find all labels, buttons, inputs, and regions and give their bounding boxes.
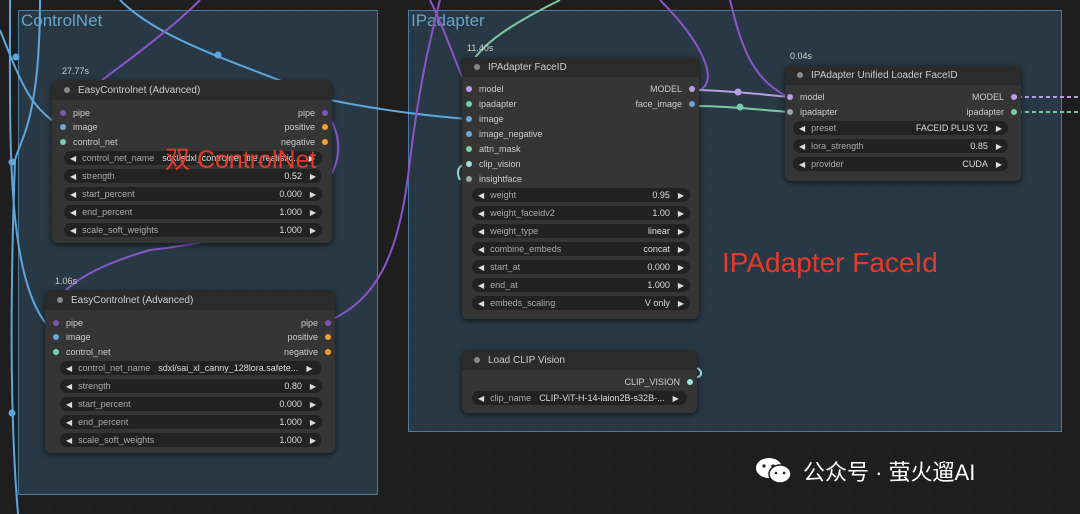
collapse-dot-icon[interactable] — [797, 72, 803, 78]
input-image[interactable]: image — [60, 120, 98, 134]
input-control-net[interactable]: control_net — [60, 135, 118, 149]
collapse-dot-icon[interactable] — [474, 357, 480, 363]
node-easycontrolnet-2[interactable]: EasyControlnet (Advanced) pipe image con… — [45, 290, 335, 453]
input-pipe[interactable]: pipe — [60, 106, 90, 120]
overlay-ipadapter-faceid: IPAdapter FaceId — [722, 247, 938, 278]
input-clip-vision[interactable]: clip_vision — [466, 157, 521, 171]
input-pipe[interactable]: pipe — [53, 316, 83, 330]
widget-combine-embeds[interactable]: ◀ combine_embeds concat ▶ — [472, 242, 690, 256]
widget-weight[interactable]: ◀ weight 0.95 ▶ — [472, 188, 690, 202]
output-pipe[interactable]: pipe — [301, 316, 331, 330]
output-ipadapter[interactable]: ipadapter — [966, 105, 1017, 119]
input-image[interactable]: image — [466, 112, 504, 126]
widget-end-percent[interactable]: ◀ end_percent 1.000 ▶ — [60, 415, 322, 429]
widget-clip-name[interactable]: ◀ clip_name CLIP-ViT-H-14-laion2B-s32B-...… — [472, 391, 687, 405]
wechat-icon — [756, 458, 792, 484]
node-title: Load CLIP Vision — [488, 354, 565, 366]
input-attn-mask[interactable]: attn_mask — [466, 142, 521, 156]
output-negative[interactable]: negative — [284, 345, 331, 359]
node-header[interactable]: EasyControlnet (Advanced) — [45, 290, 335, 310]
node-header[interactable]: IPAdapter Unified Loader FaceID — [785, 65, 1021, 85]
input-insightface[interactable]: insightface — [466, 172, 522, 186]
node-title: EasyControlnet (Advanced) — [71, 294, 194, 306]
collapse-dot-icon[interactable] — [474, 64, 480, 70]
widget-scale-soft-weights[interactable]: ◀ scale_soft_weights 1.000 ▶ — [60, 433, 322, 447]
node-title: IPAdapter Unified Loader FaceID — [811, 69, 958, 81]
widget-lora-strength[interactable]: ◀ lora_strength 0.85 ▶ — [793, 139, 1008, 153]
node-load-clip-vision[interactable]: Load CLIP Vision CLIP_VISION ◀ clip_name C… — [462, 350, 697, 413]
widget-start-percent[interactable]: ◀ start_percent 0.000 ▶ — [60, 397, 322, 411]
collapse-dot-icon[interactable] — [57, 297, 63, 303]
input-image-negative[interactable]: image_negative — [466, 127, 543, 141]
exec-time: 1.06s — [55, 276, 78, 286]
widget-weight-faceidv2[interactable]: ◀ weight_faceidv2 1.00 ▶ — [472, 206, 690, 220]
output-positive[interactable]: positive — [284, 120, 328, 134]
exec-time: 27.77s — [62, 66, 90, 76]
input-image[interactable]: image — [53, 330, 91, 344]
widget-scale-soft-weights[interactable]: ◀ scale_soft_weights 1.000 ▶ — [64, 223, 322, 237]
widget-end-percent[interactable]: ◀ end_percent 1.000 ▶ — [64, 205, 322, 219]
exec-time: 11.40s — [467, 43, 494, 53]
input-model[interactable]: model — [787, 90, 825, 104]
input-control-net[interactable]: control_net — [53, 345, 111, 359]
output-clip-vision[interactable]: CLIP_VISION — [624, 375, 693, 389]
output-positive[interactable]: positive — [287, 330, 331, 344]
widget-end-at[interactable]: ◀ end_at 1.000 ▶ — [472, 278, 690, 292]
node-ipadapter-faceid[interactable]: IPAdapter FaceID model ipadapter image i… — [462, 57, 699, 319]
input-ipadapter[interactable]: ipadapter — [466, 97, 517, 111]
node-title: IPAdapter FaceID — [488, 61, 567, 73]
watermark-text: 公众号 · 萤火遛AI — [803, 460, 976, 485]
widget-embeds-scaling[interactable]: ◀ embeds_scaling V only ▶ — [472, 296, 690, 310]
output-face-image[interactable]: face_image — [635, 97, 695, 111]
widget-control-net-name[interactable]: ◀ control_net_name sdxl/sai_xl_canny_128lo… — [60, 361, 322, 375]
widget-start-at[interactable]: ◀ start_at 0.000 ▶ — [472, 260, 690, 274]
exec-time: 0.04s — [790, 51, 813, 61]
widget-preset[interactable]: ◀ preset FACEID PLUS V2 ▶ — [793, 121, 1008, 135]
widget-strength[interactable]: ◀ strength 0.80 ▶ — [60, 379, 322, 393]
node-header[interactable]: IPAdapter FaceID — [462, 57, 699, 77]
widget-provider[interactable]: ◀ provider CUDA ▶ — [793, 157, 1008, 171]
input-ipadapter[interactable]: ipadapter — [787, 105, 838, 119]
widget-start-percent[interactable]: ◀ start_percent 0.000 ▶ — [64, 187, 322, 201]
collapse-dot-icon[interactable] — [64, 87, 70, 93]
node-title: EasyControlnet (Advanced) — [78, 84, 201, 96]
output-model[interactable]: MODEL — [650, 82, 695, 96]
watermark: 公众号 · 萤火遛AI — [755, 455, 975, 487]
node-ipadapter-unified-loader[interactable]: IPAdapter Unified Loader FaceID model ip… — [785, 65, 1021, 181]
input-model[interactable]: model — [466, 82, 504, 96]
output-pipe[interactable]: pipe — [298, 106, 328, 120]
output-model[interactable]: MODEL — [972, 90, 1017, 104]
overlay-dual-controlnet: 双 ControlNet — [165, 146, 317, 174]
node-header[interactable]: Load CLIP Vision — [462, 350, 697, 370]
widget-weight-type[interactable]: ◀ weight_type linear ▶ — [472, 224, 690, 238]
node-header[interactable]: EasyControlnet (Advanced) — [52, 80, 332, 100]
